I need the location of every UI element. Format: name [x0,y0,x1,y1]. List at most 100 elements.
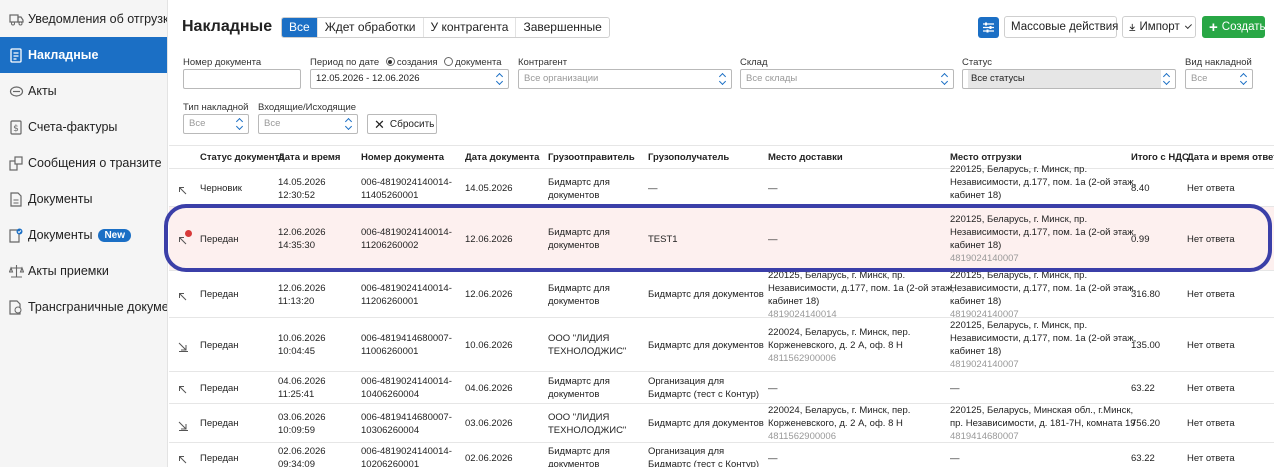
status-select[interactable]: Все статусы [962,69,1176,89]
warehouse-select[interactable]: Все склады [740,69,954,89]
row-consignee: Бидмартс для документов [648,288,764,301]
sidebar-item-documents[interactable]: Документы [0,181,167,217]
sidebar-item-invoices-tax[interactable]: $ Счета-фактуры [0,109,167,145]
row-shipper-line: документов [548,240,600,251]
col-loading[interactable]: Место отгрузки [950,152,1022,163]
table-row[interactable]: Передан 03.06.2026 10:09:59 006-48194146800… [169,404,1274,443]
row-answer: Нет ответа [1187,382,1235,395]
row-answer-line: Нет ответа [1187,383,1235,394]
column-settings-button[interactable] [978,17,999,38]
col-consignee[interactable]: Грузополучатель [648,152,729,163]
row-answer-line: Нет ответа [1187,340,1235,351]
row-consignee: Бидмартс для документов [648,417,764,430]
row-shipper-line: Бидмартс для [548,446,610,457]
col-delivery[interactable]: Место доставки [768,152,843,163]
row-consignee-line: Бидмартс для документов [648,289,764,300]
mass-actions-button[interactable]: Массовые действия [1004,16,1128,38]
type-label: Вид накладной [1185,57,1252,68]
row-doc-date: 03.06.2026 [465,417,513,430]
col-answer[interactable]: Дата и время ответа [1187,152,1274,163]
sliders-icon [983,22,994,33]
row-doc-date-line: 03.06.2026 [465,418,513,429]
row-loading-line: — [950,383,960,394]
table-row[interactable]: Передан 02.06.2026 09:34:09 006-48190241400… [169,443,1274,467]
table-row[interactable]: Передан 12.06.2026 11:13:20 006-48190241400… [169,270,1274,320]
row-doc-number-line: 11206260002 [361,240,419,251]
row-consignee-line: Бидмартс (тест с Контур) [648,389,760,400]
col-shipper[interactable]: Грузоотправитель [548,152,635,163]
kind-label: Тип накладной [183,102,249,113]
col-total[interactable]: Итого с НДС [1131,152,1189,163]
outgoing-arrow-icon [178,454,188,464]
status-dot [185,230,192,237]
counterparty-label: Контрагент [518,57,568,68]
doc-cross-icon [8,299,24,315]
row-datetime-line: 12.06.2026 [278,227,326,238]
tab-completed[interactable]: Завершенные [516,18,608,37]
row-delivery-line: кабинет 18) [768,296,820,307]
outgoing-arrow-icon [178,185,188,195]
counterparty-select[interactable]: Все организации [518,69,732,89]
row-loading-line: Независимости, д.177, пом. 1а (2-ой этаж… [950,227,1137,238]
row-delivery-line: Корженевского, д. 2 А, оф. 8 Н [768,418,903,429]
row-shipper: ООО "ЛИДИЯ ТЕХНОЛОДЖИС" [548,411,626,437]
table-row[interactable]: Передан 04.06.2026 11:25:41 006-48190241400… [169,372,1274,404]
document-icon [8,191,24,207]
row-shipper: Бидмартс для документов [548,282,610,308]
tab-all[interactable]: Все [282,18,318,37]
sidebar-item-documents-new[interactable]: Документы New [0,217,167,253]
period-radio-created[interactable] [385,57,395,66]
row-delivery-line: Корженевского, д. 2 А, оф. 8 Н [768,340,903,351]
col-status[interactable]: Статус документа [200,152,284,163]
download-icon [1129,23,1136,31]
row-shipper-line: Бидмартс для [548,177,610,188]
row-doc-number-line: 11405260001 [361,190,419,201]
reset-button[interactable]: ✕ Сбросить [367,114,437,134]
sidebar-item-invoices[interactable]: Накладные [0,37,167,73]
period-radio-document[interactable] [444,57,454,66]
period-label-text: Период по дате [310,57,380,68]
row-shipper-line: документов [548,296,600,307]
row-loading: — [950,452,960,465]
col-datetime[interactable]: Дата и время [278,152,340,163]
row-shipper: Бидмартс для документов [548,375,610,401]
row-loading-line: 220125, Беларусь, г. Минск, пр. [950,164,1088,175]
create-button[interactable]: + Создать [1202,16,1265,38]
col-doc-date[interactable]: Дата документа [465,152,539,163]
sidebar-item-acceptance-acts[interactable]: Акты приемки [0,253,167,289]
row-consignee-line: Бидмартс для документов [648,340,764,351]
tab-pending[interactable]: Ждет обработки [318,18,424,37]
kind-select[interactable]: Все [183,114,249,134]
row-answer: Нет ответа [1187,417,1235,430]
row-datetime-line: 11:25:41 [278,389,315,400]
sidebar-item-label: Сообщения о транзите [28,156,162,170]
sidebar-item-label: Акты [28,84,57,98]
period-label: Период по дате создания документа [310,57,502,68]
inout-select[interactable]: Все [258,114,358,134]
row-total-line: 135.00 [1131,340,1161,351]
row-doc-number: 006-4819414680007- 11006260001 [361,332,452,358]
type-select[interactable]: Все [1185,69,1253,89]
sidebar-item-shipment-notices[interactable]: Уведомления об отгрузке [0,1,167,37]
row-datetime-line: 14.05.2026 [278,177,326,188]
table-row[interactable]: Передан 12.06.2026 14:35:30 006-48190241400… [169,207,1274,271]
row-answer: Нет ответа [1187,288,1235,301]
inout-label: Входящие/Исходящие [258,102,357,113]
row-shipper: Бидмартс для документов [548,176,610,202]
table-row[interactable]: Черновик 14.05.2026 12:30:52 006-4819024140… [169,164,1274,214]
sidebar-item-crossborder-docs[interactable]: Трансграничные докуме... [0,289,167,325]
table-row[interactable]: Передан 10.06.2026 10:04:45 006-48194146800… [169,318,1274,372]
import-button[interactable]: Импорт [1122,16,1196,38]
tab-at-counterparty[interactable]: У контрагента [424,18,517,37]
sidebar-item-transit-messages[interactable]: Сообщения о транзите [0,145,167,181]
doc-number-input[interactable] [183,69,301,89]
main-area: Накладные Все Ждет обработки У контраген… [169,0,1274,467]
col-doc-number[interactable]: Номер документа [361,152,444,163]
row-answer: Нет ответа [1187,452,1235,465]
sidebar-item-acts[interactable]: Акты [0,73,167,109]
inout-value: Все [264,118,281,129]
row-loading-line: — [950,453,960,464]
row-datetime-line: 14:35:30 [278,240,315,251]
updown-icon [1240,72,1248,86]
period-input[interactable]: 12.05.2026 - 12.06.2026 [310,69,509,89]
